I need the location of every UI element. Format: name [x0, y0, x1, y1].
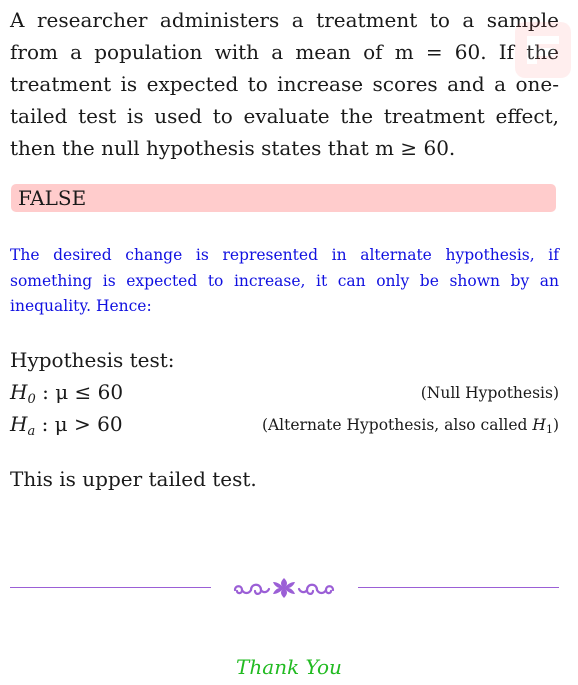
alternate-hypothesis-note: (Alternate Hypothesis, also called H1) — [262, 410, 559, 440]
alternate-hypothesis-formula: : μ > 60 — [35, 412, 123, 436]
question-text: A researcher administers a treatment to … — [10, 8, 559, 160]
hypothesis-title: Hypothesis test: — [10, 348, 175, 372]
null-hypothesis-expression: H0 : μ ≤ 60 — [10, 376, 123, 408]
alternate-note-symbol: H — [532, 416, 546, 434]
null-hypothesis-formula: : μ ≤ 60 — [35, 380, 124, 404]
thank-you-text: Thank You — [236, 655, 342, 679]
alternate-note-subscript: 1 — [545, 423, 553, 436]
scroll-ornament-icon — [233, 578, 335, 598]
alternate-hypothesis-expression: Ha : μ > 60 — [10, 408, 123, 440]
answer-label: FALSE — [18, 186, 87, 210]
null-hypothesis-note: (Null Hypothesis) — [420, 384, 559, 402]
alternate-hypothesis-row: Ha : μ > 60 (Alternate Hypothesis, also … — [10, 408, 559, 440]
alternate-note-suffix: ) — [552, 416, 559, 434]
explanation-text: The desired change is represented in alt… — [10, 246, 559, 315]
logo-watermark-icon — [515, 22, 571, 78]
null-hypothesis-symbol: H — [10, 380, 28, 404]
divider-line-left — [10, 587, 211, 588]
null-hypothesis-subscript: 0 — [27, 392, 36, 407]
null-hypothesis-row: H0 : μ ≤ 60 (Null Hypothesis) — [10, 376, 559, 408]
alternate-note-prefix: (Alternate Hypothesis, also called — [261, 416, 533, 434]
divider-line-right — [358, 587, 559, 588]
alternate-hypothesis-symbol: H — [10, 412, 28, 436]
answer-box: FALSE — [11, 184, 556, 212]
conclusion-text: This is upper tailed test. — [10, 467, 257, 491]
